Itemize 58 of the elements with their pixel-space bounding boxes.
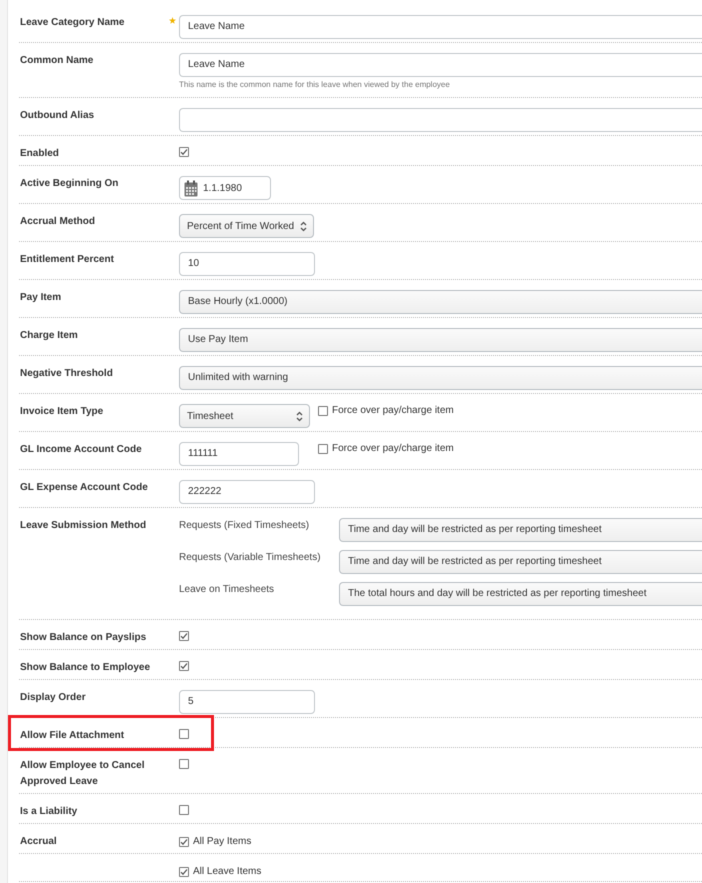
field-label: Allow File Attachment: [20, 729, 126, 743]
field-label: Accrual Method: [20, 215, 96, 229]
method-label: Requests (Fixed Timesheets): [179, 519, 310, 533]
field-label: Accrual: [20, 835, 58, 849]
text-input[interactable]: 5: [179, 690, 315, 714]
select-field[interactable]: Time and day will be restricted as per reporting timesheet: [339, 518, 702, 542]
select-field[interactable]: Use Pay Item: [179, 328, 702, 352]
text-input[interactable]: 222222: [179, 480, 315, 504]
field-label: Leave Submission Method: [20, 519, 148, 533]
checkbox[interactable]: [179, 837, 189, 847]
method-label: Requests (Variable Timesheets): [179, 551, 322, 565]
checkbox[interactable]: [179, 729, 189, 739]
field-label: Allow Employee to Cancel Approved Leave: [20, 759, 146, 789]
checkbox[interactable]: [318, 444, 328, 454]
field-label: Display Order: [20, 691, 87, 705]
spinner-icon: [296, 410, 303, 422]
select-field[interactable]: Base Hourly (x1.0000): [179, 290, 702, 314]
field-label: Show Balance on Payslips: [20, 631, 148, 645]
field-label: Common Name: [20, 54, 94, 68]
field-label: Entitlement Percent: [20, 253, 115, 267]
text-input[interactable]: Leave Name: [179, 15, 702, 39]
field-label: GL Income Account Code: [20, 443, 143, 457]
field-label: Pay Item: [20, 291, 62, 305]
field-label: Leave Category Name: [20, 16, 126, 30]
checkbox-label: All Leave Items: [193, 866, 262, 878]
method-label: Leave on Timesheets: [179, 583, 276, 597]
field-label: Charge Item: [20, 329, 79, 343]
checkbox[interactable]: [179, 867, 189, 877]
checkbox[interactable]: [179, 759, 189, 769]
checkbox[interactable]: [318, 406, 328, 416]
field-label: Active Beginning On: [20, 177, 120, 191]
field-label: Invoice Item Type: [20, 405, 104, 419]
text-input[interactable]: [179, 108, 702, 132]
field-label: Enabled: [20, 147, 60, 161]
field-label: GL Expense Account Code: [20, 481, 149, 495]
spinner-icon: [300, 220, 308, 232]
calendar-icon: [184, 180, 198, 196]
field-label: Outbound Alias: [20, 109, 96, 123]
select-field[interactable]: Time and day will be restricted as per reporting timesheet: [339, 550, 702, 574]
select-dropdown[interactable]: Percent of Time Worked: [179, 214, 314, 238]
checkbox-label: Force over pay/charge item: [332, 443, 454, 455]
checkbox[interactable]: [179, 661, 189, 671]
text-input[interactable]: Leave Name: [179, 53, 702, 77]
checkbox-label: Force over pay/charge item: [332, 405, 454, 417]
select-field[interactable]: The total hours and day will be restricted as per reporting timesheet: [339, 582, 702, 606]
checkbox[interactable]: [179, 805, 189, 815]
field-label: Is a Liability: [20, 805, 78, 819]
checkbox-label: All Pay Items: [193, 836, 252, 848]
text-input[interactable]: 111111: [179, 442, 299, 466]
field-label: Show Balance to Employee: [20, 661, 152, 675]
checkbox[interactable]: [179, 631, 189, 641]
field-label: Negative Threshold: [20, 367, 114, 381]
text-input[interactable]: 10: [179, 252, 315, 276]
select-dropdown[interactable]: Timesheet: [179, 404, 310, 428]
date-input[interactable]: 1.1.1980: [179, 176, 271, 200]
select-field[interactable]: Unlimited with warning: [179, 366, 702, 390]
help-text: This name is the common name for this leave when viewed by the employee: [179, 80, 451, 90]
checkbox[interactable]: [179, 147, 189, 157]
